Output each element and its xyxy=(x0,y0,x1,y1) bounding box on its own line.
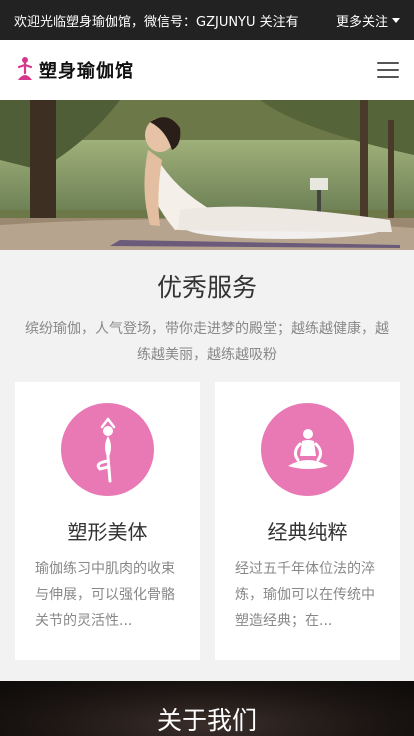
about-title: 关于我们 xyxy=(156,706,257,735)
service-card-title: 塑形美体 xyxy=(67,520,148,544)
logo-text: 塑身瑜伽馆 xyxy=(39,61,134,82)
hero-banner-image xyxy=(0,100,414,250)
service-card-classic[interactable]: 经典纯粹 经过五千年体位法的淬炼，瑜伽可以在传统中塑造经典；在... xyxy=(215,382,400,660)
about-section: 关于我们 xyxy=(0,681,414,736)
yoga-meditation-icon xyxy=(287,428,328,469)
service-icon-circle xyxy=(61,403,154,496)
more-follow-label: 更多关注 xyxy=(335,14,388,30)
services-title: 优秀服务 xyxy=(156,273,257,302)
site-logo[interactable]: 塑身瑜伽馆 xyxy=(15,56,134,84)
top-bar: 欢迎光临塑身瑜伽馆，微信号：GZJUNYU 关注有 更多关注 xyxy=(0,0,414,40)
more-follow-dropdown[interactable]: 更多关注 xyxy=(336,11,400,30)
yoga-standing-icon xyxy=(96,417,115,482)
site-header: 塑身瑜伽馆 xyxy=(0,40,414,100)
welcome-text: 欢迎光临塑身瑜伽馆，微信号：GZJUNYU 关注有 xyxy=(14,14,299,30)
yoga-woman-illustration xyxy=(0,100,414,250)
service-card-shaping[interactable]: 塑形美体 瑜伽练习中肌肉的收束与伸展，可以强化骨骼关节的灵活性... xyxy=(15,382,200,660)
service-card-title: 经典纯粹 xyxy=(267,520,348,544)
service-card-text: 瑜伽练习中肌肉的收束与伸展，可以强化骨骼关节的灵活性... xyxy=(35,561,175,629)
services-description: 缤纷瑜伽，人气登场，带你走进梦的殿堂；越练越健康，越练越美丽，越练越吸粉 xyxy=(25,321,389,363)
hamburger-menu-icon[interactable] xyxy=(377,62,399,78)
service-icon-circle xyxy=(261,403,354,496)
service-card-text: 经过五千年体位法的淬炼，瑜伽可以在传统中塑造经典；在... xyxy=(235,561,375,629)
yoga-figure-icon xyxy=(17,57,33,80)
caret-down-icon xyxy=(392,17,400,23)
